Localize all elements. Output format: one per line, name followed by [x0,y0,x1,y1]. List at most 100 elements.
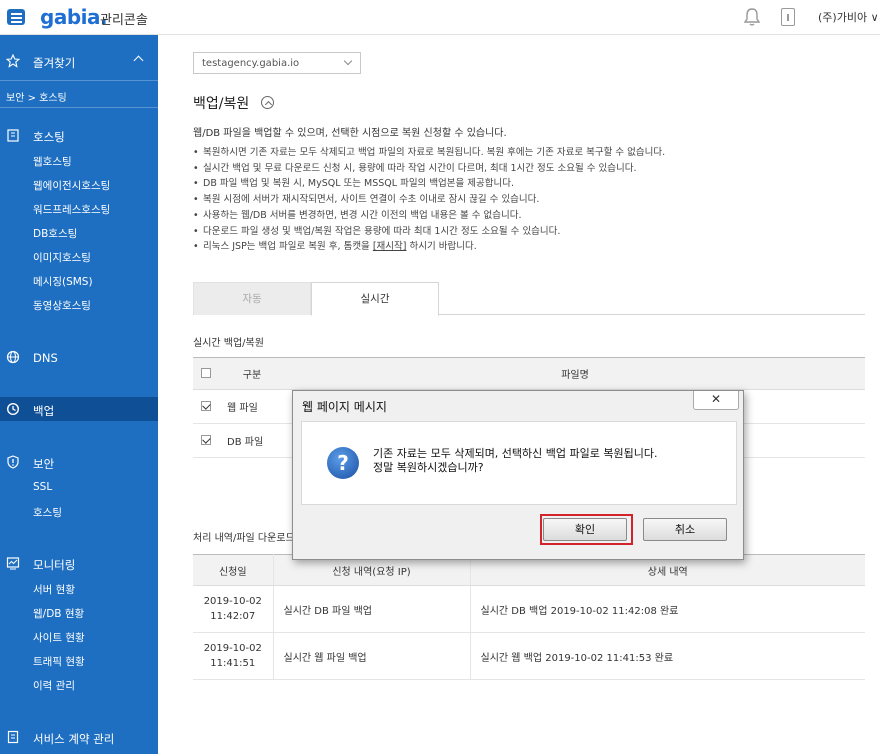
domain-select[interactable]: testagency.gabia.io [193,52,361,74]
row-date-day: 2019-10-02 [203,643,262,654]
col-header-filename: 파일명 [285,357,865,390]
dialog-message-line: 기존 자료는 모두 삭제되며, 선택하신 백업 파일로 복원됩니다. [373,447,658,460]
star-icon [6,54,20,68]
sidebar-item-monitoring[interactable]: 모니터링 [0,556,158,572]
table-row: 2019-10-02 11:41:51 실시간 웹 파일 백업 실시간 웹 백업 … [193,632,865,680]
sidebar-item-web-agency-hosting[interactable]: 웹에이전시호스팅 [33,178,158,193]
col-header-type: 구분 [219,357,285,390]
ok-button-highlight [540,514,633,545]
cancel-button[interactable]: 취소 [643,518,727,541]
dialog-message: 기존 자료는 모두 삭제되며, 선택하신 백업 파일로 복원됩니다. 정말 복원… [373,447,657,475]
sidebar-item-label: DNS [33,351,58,365]
bell-icon[interactable] [743,7,761,27]
sidebar-item-label: 모니터링 [33,558,76,572]
chevron-up-icon[interactable] [133,55,144,66]
sidebar-item-traffic-status[interactable]: 트래픽 현황 [33,654,158,669]
sidebar-item-hosting[interactable]: 호스팅 [0,128,158,144]
row-detail: 실시간 웹 백업 2019-10-02 11:41:53 완료 [470,632,865,680]
sidebar-item-ssl[interactable]: SSL [33,481,158,493]
notice-item: 리눅스 JSP는 백업 파일로 복원 후, 톰캣을 [재시작] 하시기 바랍니다… [193,239,665,255]
shield-icon [7,455,19,469]
console-title: 관리콘솔 [100,13,148,28]
row-select-cell [193,389,219,424]
confirm-dialog: 웹 페이지 메시지 ✕ ? 기존 자료는 모두 삭제되며, 선택하신 백업 파일… [292,390,744,560]
monitor-chart-icon [6,557,20,570]
tab-realtime[interactable]: 실시간 [311,282,439,316]
sidebar-item-site-status[interactable]: 사이트 현황 [33,630,158,645]
tab-auto[interactable]: 자동 [193,282,311,315]
restart-link[interactable]: [재시작] [373,241,407,252]
backup-tabs: 자동 실시간 [193,282,865,316]
notice-item: 복원 시점에 서버가 재시작되면서, 사이트 연결이 수초 이내로 잠시 끊길 … [193,192,665,208]
sidebar-item-security-hosting[interactable]: 호스팅 [33,505,158,520]
sidebar-item-security[interactable]: 보안 [0,455,158,471]
dialog-body: ? 기존 자료는 모두 삭제되며, 선택하신 백업 파일로 복원됩니다. 정말 … [301,421,737,505]
sidebar-item-dns[interactable]: DNS [0,350,158,366]
row-select-cell [193,423,219,458]
sidebar-item-label: 백업 [33,404,55,418]
row-request: 실시간 DB 파일 백업 [273,585,471,633]
row-date: 2019-10-02 11:42:07 [193,585,274,633]
divider [0,80,158,81]
notice-item: 실시간 백업 및 무료 다운로드 신청 시, 용량에 따라 작업 시간이 다르며… [193,161,665,177]
notice-list: 복원하시면 기존 자료는 모두 삭제되고 백업 파일의 자료로 복원됩니다. 복… [193,145,665,255]
notice-text: 하시기 바랍니다. [406,241,477,253]
row-request: 실시간 웹 파일 백업 [273,632,471,680]
contract-icon [7,730,19,744]
row-checkbox[interactable] [201,401,211,411]
sidebar-item-label: 보안 [33,457,55,471]
sidebar-item-history[interactable]: 이력 관리 [33,678,158,693]
sidebar-item-backup[interactable]: 백업 [0,397,158,421]
notice-item: 다운로드 파일 생성 및 백업/복원 작업은 용량에 따라 최대 1시간 정도 … [193,224,665,240]
sidebar-item-favorites[interactable]: 즐겨찾기 [0,54,158,70]
sidebar-item-sms[interactable]: 메시징(SMS) [33,274,158,289]
row-detail: 실시간 DB 백업 2019-10-02 11:42:08 완료 [470,585,865,633]
user-name: (주)가비아 [818,11,868,24]
top-bar: gabia. 관리콘솔 (주)가비아 ∨ [0,0,880,35]
sidebar-item-db-hosting[interactable]: DB호스팅 [33,226,158,241]
sidebar-item-wordpress-hosting[interactable]: 워드프레스호스팅 [33,202,158,217]
collapse-toggle-icon[interactable] [261,96,274,109]
select-all-cell [193,357,219,390]
chevron-down-icon [343,56,353,66]
row-date: 2019-10-02 11:41:51 [193,632,274,680]
section-title-realtime: 실시간 백업/복원 [193,338,264,349]
domain-select-value: testagency.gabia.io [202,58,300,69]
sidebar-item-label: 즐겨찾기 [33,56,76,70]
history-table: 신청일 신청 내역(요청 IP) 상세 내역 2019-10-02 11:42:0… [193,554,865,680]
globe-icon [6,350,20,364]
sidebar-item-web-db-status[interactable]: 웹/DB 현황 [33,606,158,621]
user-menu[interactable]: (주)가비아 ∨ [818,9,879,25]
notice-item: 사용하는 웹/DB 서버를 변경하면, 변경 시간 이전의 백업 내용은 볼 수… [193,208,665,224]
table-header-row: 구분 파일명 [193,357,865,390]
notice-icon[interactable] [781,8,795,26]
row-type: 웹 파일 [219,389,285,424]
history-icon [6,402,20,416]
dialog-message-line: 정말 복원하시겠습니까? [373,461,484,474]
menu-icon[interactable] [7,9,25,25]
col-header-date: 신청일 [193,554,274,586]
breadcrumb: 보안 > 호스팅 [6,93,67,104]
select-all-checkbox[interactable] [201,368,211,378]
chevron-down-icon: ∨ [870,11,879,24]
logo[interactable]: gabia. [40,5,108,29]
divider [0,107,158,108]
question-icon: ? [327,447,359,479]
sidebar-item-video-hosting[interactable]: 동영상호스팅 [33,298,158,313]
sidebar-item-label: 서비스 계약 관리 [33,732,115,746]
row-date-day: 2019-10-02 [203,596,262,607]
sidebar-item-image-hosting[interactable]: 이미지호스팅 [33,250,158,265]
sidebar: 즐겨찾기 보안 > 호스팅 호스팅 웹호스팅 웹에이전시호스팅 워드프레스호스팅… [0,35,158,754]
notice-item: DB 파일 백업 및 복원 시, MySQL 또는 MSSQL 파일의 백업본을… [193,176,665,192]
row-type: DB 파일 [219,423,285,458]
sidebar-item-contract[interactable]: 서비스 계약 관리 [0,730,158,746]
close-button[interactable]: ✕ [693,391,739,410]
sidebar-item-server-status[interactable]: 서버 현황 [33,582,158,597]
page-title: 백업/복원 [193,96,250,112]
server-icon [7,129,19,142]
intro-text: 웹/DB 파일을 백업할 수 있으며, 선택한 시점으로 복원 신청할 수 있습… [193,128,507,139]
notice-text: 리눅스 JSP는 백업 파일로 복원 후, 톰캣을 [203,241,373,253]
sidebar-item-web-hosting[interactable]: 웹호스팅 [33,154,158,169]
row-checkbox[interactable] [201,435,211,445]
section-title-history: 처리 내역/파일 다운로드 [193,533,295,544]
